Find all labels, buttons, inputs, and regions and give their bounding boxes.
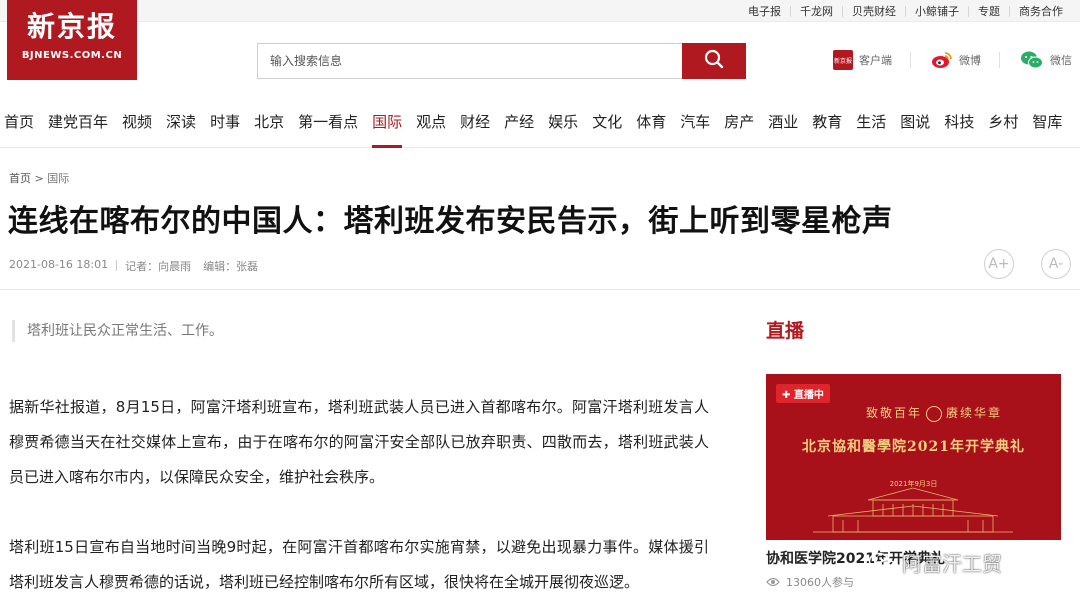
nav-item[interactable]: 图说: [900, 104, 930, 148]
breadcrumb-home[interactable]: 首页: [9, 172, 31, 185]
breadcrumb-current[interactable]: 国际: [47, 172, 69, 185]
client-icon-text: 新京报: [834, 57, 852, 65]
nav-item[interactable]: 第一看点: [298, 104, 358, 148]
live-view-count-text: 13060人参与: [786, 576, 854, 589]
nav-item[interactable]: 国际: [372, 104, 403, 148]
wechat-link[interactable]: 微信: [1020, 50, 1072, 70]
search-icon: [704, 49, 724, 73]
live-badge-label: 直播中: [793, 390, 824, 401]
watermark-text: 阿富汗工贸: [902, 552, 1002, 576]
meta-divider: [116, 260, 118, 271]
article-meta: 2021-08-16 18:01 记者：向晨雨 编辑：张磊: [9, 258, 258, 274]
article-paragraph: 塔利班15日宣布自当地时间当晚9时起，在阿富汗首都喀布尔实施宵禁，以避免出现暴力…: [9, 538, 709, 591]
top-link[interactable]: 商务合作: [1009, 5, 1072, 17]
live-slogan-left: 致敬百年: [865, 406, 922, 420]
nav-item[interactable]: 观点: [416, 104, 446, 148]
wechat-watermark-icon: [868, 551, 898, 575]
font-decrease-label: A-: [1048, 256, 1064, 272]
live-heading: 直播: [766, 320, 805, 342]
site-logo[interactable]: 新京报 BJNEWS.COM.CN: [7, 0, 137, 80]
top-link[interactable]: 电子报: [739, 6, 790, 17]
nav-item[interactable]: 房产: [724, 104, 754, 148]
social-links: 新京报 客户端 微博 微信: [813, 50, 1072, 70]
nav-item[interactable]: 建党百年: [48, 104, 108, 148]
nav-item[interactable]: 科技: [944, 104, 974, 148]
nav-item[interactable]: 文化: [592, 104, 622, 148]
building-illustration: [813, 487, 1013, 533]
top-links: 电子报 千龙网 贝壳财经 小鲸铺子 专题 商务合作: [739, 0, 1072, 22]
top-link[interactable]: 贝壳财经: [842, 5, 905, 17]
nav-item[interactable]: 娱乐: [548, 104, 578, 148]
weibo-icon: [931, 51, 953, 69]
weibo-label: 微博: [959, 54, 981, 67]
nav-item[interactable]: 深读: [166, 104, 196, 148]
logo-chinese-text: 新京报: [26, 10, 117, 43]
article-date: 2021-08-16 18:01: [9, 258, 109, 271]
search-button[interactable]: [682, 43, 746, 79]
wechat-icon: [1020, 50, 1044, 70]
live-event-title: 北京協和醫學院2021年开学典礼: [802, 439, 1025, 455]
search-input[interactable]: [257, 43, 682, 79]
plus-icon: ✚: [782, 390, 794, 401]
top-link[interactable]: 专题: [968, 5, 1009, 17]
breadcrumb: 首页 > 国际: [9, 170, 69, 186]
nav-item[interactable]: 智库: [1032, 104, 1062, 148]
nav-item[interactable]: 乡村: [988, 104, 1018, 148]
breadcrumb-separator: >: [34, 172, 44, 185]
search-bar: [257, 43, 746, 79]
top-utility-bar: 电子报 千龙网 贝壳财经 小鲸铺子 专题 商务合作: [0, 0, 1080, 22]
font-increase-button[interactable]: A+: [984, 249, 1014, 279]
social-divider: [999, 52, 1000, 68]
nav-item[interactable]: 北京: [254, 104, 284, 148]
article-title: 连线在喀布尔的中国人：塔利班发布安民告示，街上听到零星枪声: [8, 204, 893, 239]
nav-item[interactable]: 汽车: [680, 104, 710, 148]
client-label: 客户端: [859, 54, 892, 67]
social-divider: [910, 52, 911, 68]
live-badge: ✚ 直播中: [776, 384, 830, 403]
live-slogan-right: 赓续华章: [946, 406, 1003, 420]
live-view-count: 13060人参与: [766, 574, 854, 590]
main-nav: 首页 建党百年 视频 深读 时事 北京 第一看点 国际 观点 财经 产经 娱乐 文化 体育 汽车 房产 酒业 教育…: [0, 104, 1080, 148]
live-card-image[interactable]: ✚ 直播中 致敬百年 赓续华章 北京協和醫學院2021年开学典礼 2021年9月3…: [766, 374, 1061, 540]
weibo-link[interactable]: 微博: [931, 51, 981, 69]
nav-item[interactable]: 首页: [4, 104, 34, 148]
nav-item[interactable]: 生活: [856, 104, 886, 148]
emblem-icon: [926, 405, 942, 422]
live-slogan: 致敬百年 赓续华章: [834, 404, 1034, 422]
font-increase-label: A+: [988, 256, 1010, 272]
wechat-label: 微信: [1050, 54, 1072, 67]
nav-item[interactable]: 产经: [504, 104, 534, 148]
article-editor: 编辑：张磊: [203, 260, 259, 273]
eye-icon: [766, 577, 780, 587]
wechat-watermark: 阿富汗工贸: [868, 548, 1002, 577]
nav-item[interactable]: 时事: [210, 104, 240, 148]
nav-item[interactable]: 视频: [122, 104, 152, 148]
article-reporter: 记者：向晨雨: [125, 260, 192, 273]
client-app-link[interactable]: 新京报 客户端: [833, 50, 892, 70]
logo-english-text: BJNEWS.COM.CN: [21, 50, 123, 61]
nav-item[interactable]: 财经: [460, 104, 490, 148]
article-paragraph: 据新华社报道，8月15日，阿富汗塔利班宣布，塔利班武装人员已进入首都喀布尔。阿富…: [9, 398, 709, 486]
nav-item[interactable]: 体育: [636, 104, 666, 148]
article-summary: 塔利班让民众正常生活、工作。: [12, 320, 702, 342]
nav-item[interactable]: 教育: [812, 104, 842, 148]
top-link[interactable]: 小鲸铺子: [905, 5, 968, 17]
bjnews-app-icon: 新京报: [833, 50, 853, 70]
nav-item[interactable]: 酒业: [768, 104, 798, 148]
font-decrease-button[interactable]: A-: [1041, 249, 1071, 279]
header-divider: [0, 289, 1080, 290]
top-link[interactable]: 千龙网: [790, 5, 842, 17]
